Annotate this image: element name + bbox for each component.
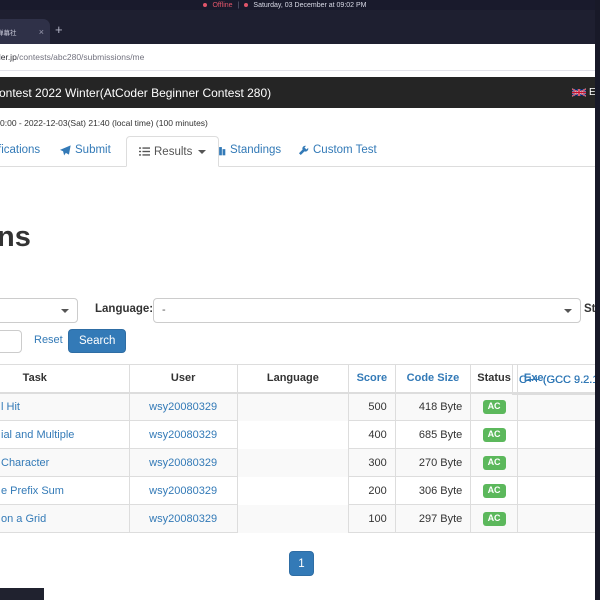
code-size-cell: 297 Byte [394,504,472,533]
statusbar-separator: | [237,1,240,9]
score-cell: 100 [348,504,396,533]
tab-standings-label: Standings [230,144,282,156]
table-row: on a Grid wsy20080329 C++ (GCC 9.2.1) 10… [0,364,600,533]
submissions-table: Task User Language Score Code Size Statu… [0,364,600,533]
tab-results-label: Results [154,145,193,158]
contest-nav-tabs: fications Submit Results Standings Custo… [0,136,600,167]
status-badge: AC [482,483,506,498]
url-path: /contests/abc280/submissions/me [16,52,145,62]
language-filter-label: Language: [95,303,154,315]
task-link[interactable]: Character [0,448,130,477]
submissions-table-wrap: Task User Language Score Code Size Statu… [0,364,600,533]
status-badge: AC [482,455,506,470]
reset-link[interactable]: Reset [34,334,63,346]
status-cell: AC [470,504,518,533]
site-header: ontest 2022 Winter(AtCoder Beginner Cont… [0,77,600,108]
paper-plane-icon [60,144,71,155]
chevron-down-icon [61,309,69,313]
statusbar-datetime: Saturday, 03 December at 09:02 PM [253,1,367,9]
exec-time-cell [516,420,600,449]
header-user: User [128,364,238,394]
code-size-cell: 685 Byte [394,420,472,449]
status-cell: AC [470,476,518,505]
url-text: der.jp/contests/abc280/submissions/me [0,52,144,62]
language-filter-select[interactable]: - [153,298,581,323]
tab-submit-label: Submit [75,144,111,156]
wrench-icon [298,145,309,155]
header-score-sort[interactable]: Score [348,364,396,394]
task-link[interactable]: ial and Multiple [0,420,130,449]
tab-standings[interactable]: Standings [215,144,281,156]
score-cell: 200 [348,476,396,505]
score-cell: 500 [348,392,396,421]
header-status: Status [470,364,518,394]
offline-dot-icon [203,3,208,7]
chevron-down-icon [198,149,207,154]
status-cell: AC [470,420,518,449]
header-task: Task [0,364,130,394]
page-content: ontest 2022 Winter(AtCoder Beginner Cont… [0,70,600,600]
task-link[interactable]: on a Grid [0,504,130,533]
clock-icon [244,3,249,7]
chevron-down-icon [564,309,572,313]
code-size-cell: 270 Byte [394,448,472,477]
task-filter-select[interactable] [0,298,78,323]
uk-flag-icon [572,88,586,97]
exec-time-cell [516,392,600,421]
list-icon [139,147,150,156]
screen: Offline | Saturday, 03 December at 09:02… [0,0,600,600]
tab-close-icon[interactable]: × [39,27,44,37]
status-badge: AC [482,399,506,414]
exec-time-cell [516,448,600,477]
user-link[interactable]: wsy20080329 [128,420,238,449]
tab-submit[interactable]: Submit [60,144,111,156]
status-badge: AC [482,427,506,442]
task-link[interactable]: e Prefix Sum [0,476,130,505]
url-domain: der.jp [0,52,17,62]
table-row: e Prefix Sum wsy20080329 C++ (GCC 9.2.1)… [0,364,600,505]
user-link[interactable]: wsy20080329 [128,476,238,505]
tab-results-active[interactable]: Results [126,136,220,167]
user-link[interactable]: wsy20080329 [128,504,238,533]
code-size-cell: 306 Byte [394,476,472,505]
tab-clarifications[interactable]: fications [0,144,40,156]
offline-label: Offline [212,1,233,9]
browser-tab[interactable]: 御幣弹幕社 × [0,19,50,44]
contest-duration: 0:00 - 2022-12-03(Sat) 21:40 (local time… [0,118,208,128]
url-bar[interactable]: der.jp/contests/abc280/submissions/me [0,44,600,71]
score-cell: 400 [348,420,396,449]
os-status-bar: Offline | Saturday, 03 December at 09:02… [0,0,600,10]
table-row: ial and Multiple wsy20080329 C++ (GCC 9.… [0,364,600,449]
score-cell: 300 [348,448,396,477]
tab-title: 御幣弹幕社 [0,29,17,37]
search-button[interactable]: Search [68,329,127,353]
desktop-edge-strip [595,0,600,600]
table-row: Character wsy20080329 C++ (GCC 9.2.1) 30… [0,364,600,477]
language-link[interactable]: C++ (GCC 9.2.1) [512,364,600,395]
user-link[interactable]: wsy20080329 [128,448,238,477]
header-language: Language [236,364,350,394]
task-link[interactable]: l Hit [0,392,130,421]
tab-custom-test-label: Custom Test [313,144,377,156]
table-header-row: Task User Language Score Code Size Statu… [0,364,600,394]
status-cell: AC [470,448,518,477]
status-badge: AC [482,511,506,526]
new-tab-button[interactable]: + [55,23,63,36]
browser-tab-bar: 御幣弹幕社 × + [0,10,600,44]
user-filter-input[interactable] [0,330,22,353]
exec-time-cell [516,476,600,505]
code-size-cell: 418 Byte [394,392,472,421]
page-title: ns [0,221,31,253]
header-code-size-sort[interactable]: Code Size [394,364,472,394]
footer-fragment [0,588,44,600]
table-row: l Hit wsy20080329 C++ (GCC 9.2.1) 500 41… [0,364,600,421]
status-cell: AC [470,392,518,421]
exec-time-cell [516,504,600,533]
pagination-page-1[interactable]: 1 [289,551,314,576]
tab-custom-test[interactable]: Custom Test [298,144,377,156]
contest-title: ontest 2022 Winter(AtCoder Beginner Cont… [0,85,272,100]
user-link[interactable]: wsy20080329 [128,392,238,421]
language-filter-value: - [162,304,166,316]
